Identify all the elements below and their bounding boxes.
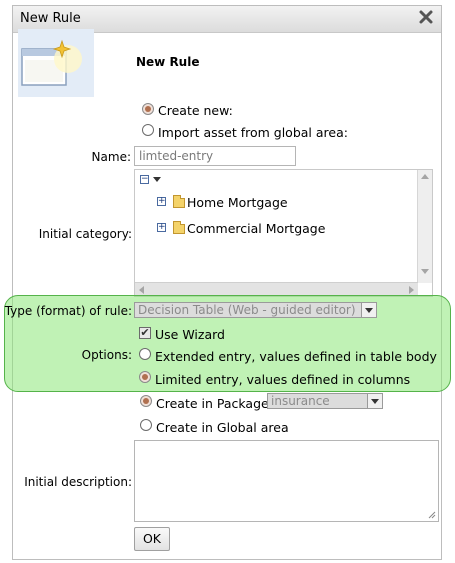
package-value: insurance <box>271 394 330 408</box>
create-new-radio[interactable] <box>142 103 154 115</box>
category-tree[interactable]: − + Home Mortgage + Commercial Mortgage <box>134 169 433 297</box>
rule-type-select[interactable]: Decision Table (Web - guided editor) <box>134 302 377 318</box>
tree-vertical-scrollbar[interactable] <box>417 170 432 283</box>
rule-type-value: Decision Table (Web - guided editor) <box>138 303 356 317</box>
use-wizard-checkbox[interactable]: ✔ <box>139 327 151 339</box>
new-rule-wizard-icon <box>18 29 94 97</box>
scroll-right-icon[interactable] <box>409 286 414 294</box>
use-wizard-label: Use Wizard <box>155 327 225 342</box>
expand-commercial-mortgage-icon[interactable]: + <box>157 223 166 232</box>
extended-entry-label: Extended entry, values defined in table … <box>155 349 437 364</box>
rule-type-label: Type (format) of rule: <box>4 304 132 318</box>
tree-item-home-mortgage[interactable]: Home Mortgage <box>187 195 288 210</box>
package-select[interactable]: insurance <box>267 393 383 409</box>
create-global-label: Create in Global area <box>156 420 289 435</box>
extended-entry-radio[interactable] <box>139 348 151 360</box>
create-global-radio[interactable] <box>140 419 152 431</box>
folder-icon <box>173 195 185 208</box>
import-asset-label: Import asset from global area: <box>158 125 348 140</box>
dialog-header: New Rule <box>136 55 200 69</box>
create-in-package-label: Create in Package: <box>156 396 273 411</box>
folder-icon <box>173 221 185 234</box>
limited-entry-label: Limited entry, values defined in columns <box>155 372 411 387</box>
chevron-down-icon[interactable] <box>367 394 382 408</box>
import-asset-radio[interactable] <box>142 124 154 136</box>
name-label: Name: <box>91 150 131 164</box>
tree-item-commercial-mortgage[interactable]: Commercial Mortgage <box>187 221 325 236</box>
limited-entry-radio[interactable] <box>139 371 151 383</box>
create-in-package-radio[interactable] <box>140 395 152 407</box>
tree-collapse-icon[interactable]: − <box>140 175 149 184</box>
close-icon[interactable] <box>418 9 434 25</box>
expand-home-mortgage-icon[interactable]: + <box>157 197 166 206</box>
tree-horizontal-scrollbar[interactable] <box>135 282 418 296</box>
initial-category-label: Initial category: <box>38 227 132 241</box>
ok-button[interactable]: OK <box>134 527 170 551</box>
chevron-down-icon[interactable] <box>361 303 376 317</box>
chevron-down-icon[interactable] <box>153 177 161 182</box>
scroll-left-icon[interactable] <box>139 286 144 294</box>
resize-handle-icon[interactable] <box>428 511 436 519</box>
options-label: Options: <box>81 348 132 362</box>
create-new-label: Create new: <box>158 103 233 118</box>
description-textarea[interactable] <box>134 440 439 522</box>
scroll-up-icon[interactable] <box>421 174 429 179</box>
name-input[interactable] <box>134 146 296 166</box>
dialog-title: New Rule <box>20 11 81 26</box>
initial-description-label: Initial description: <box>24 475 132 489</box>
scroll-down-icon[interactable] <box>421 269 429 274</box>
